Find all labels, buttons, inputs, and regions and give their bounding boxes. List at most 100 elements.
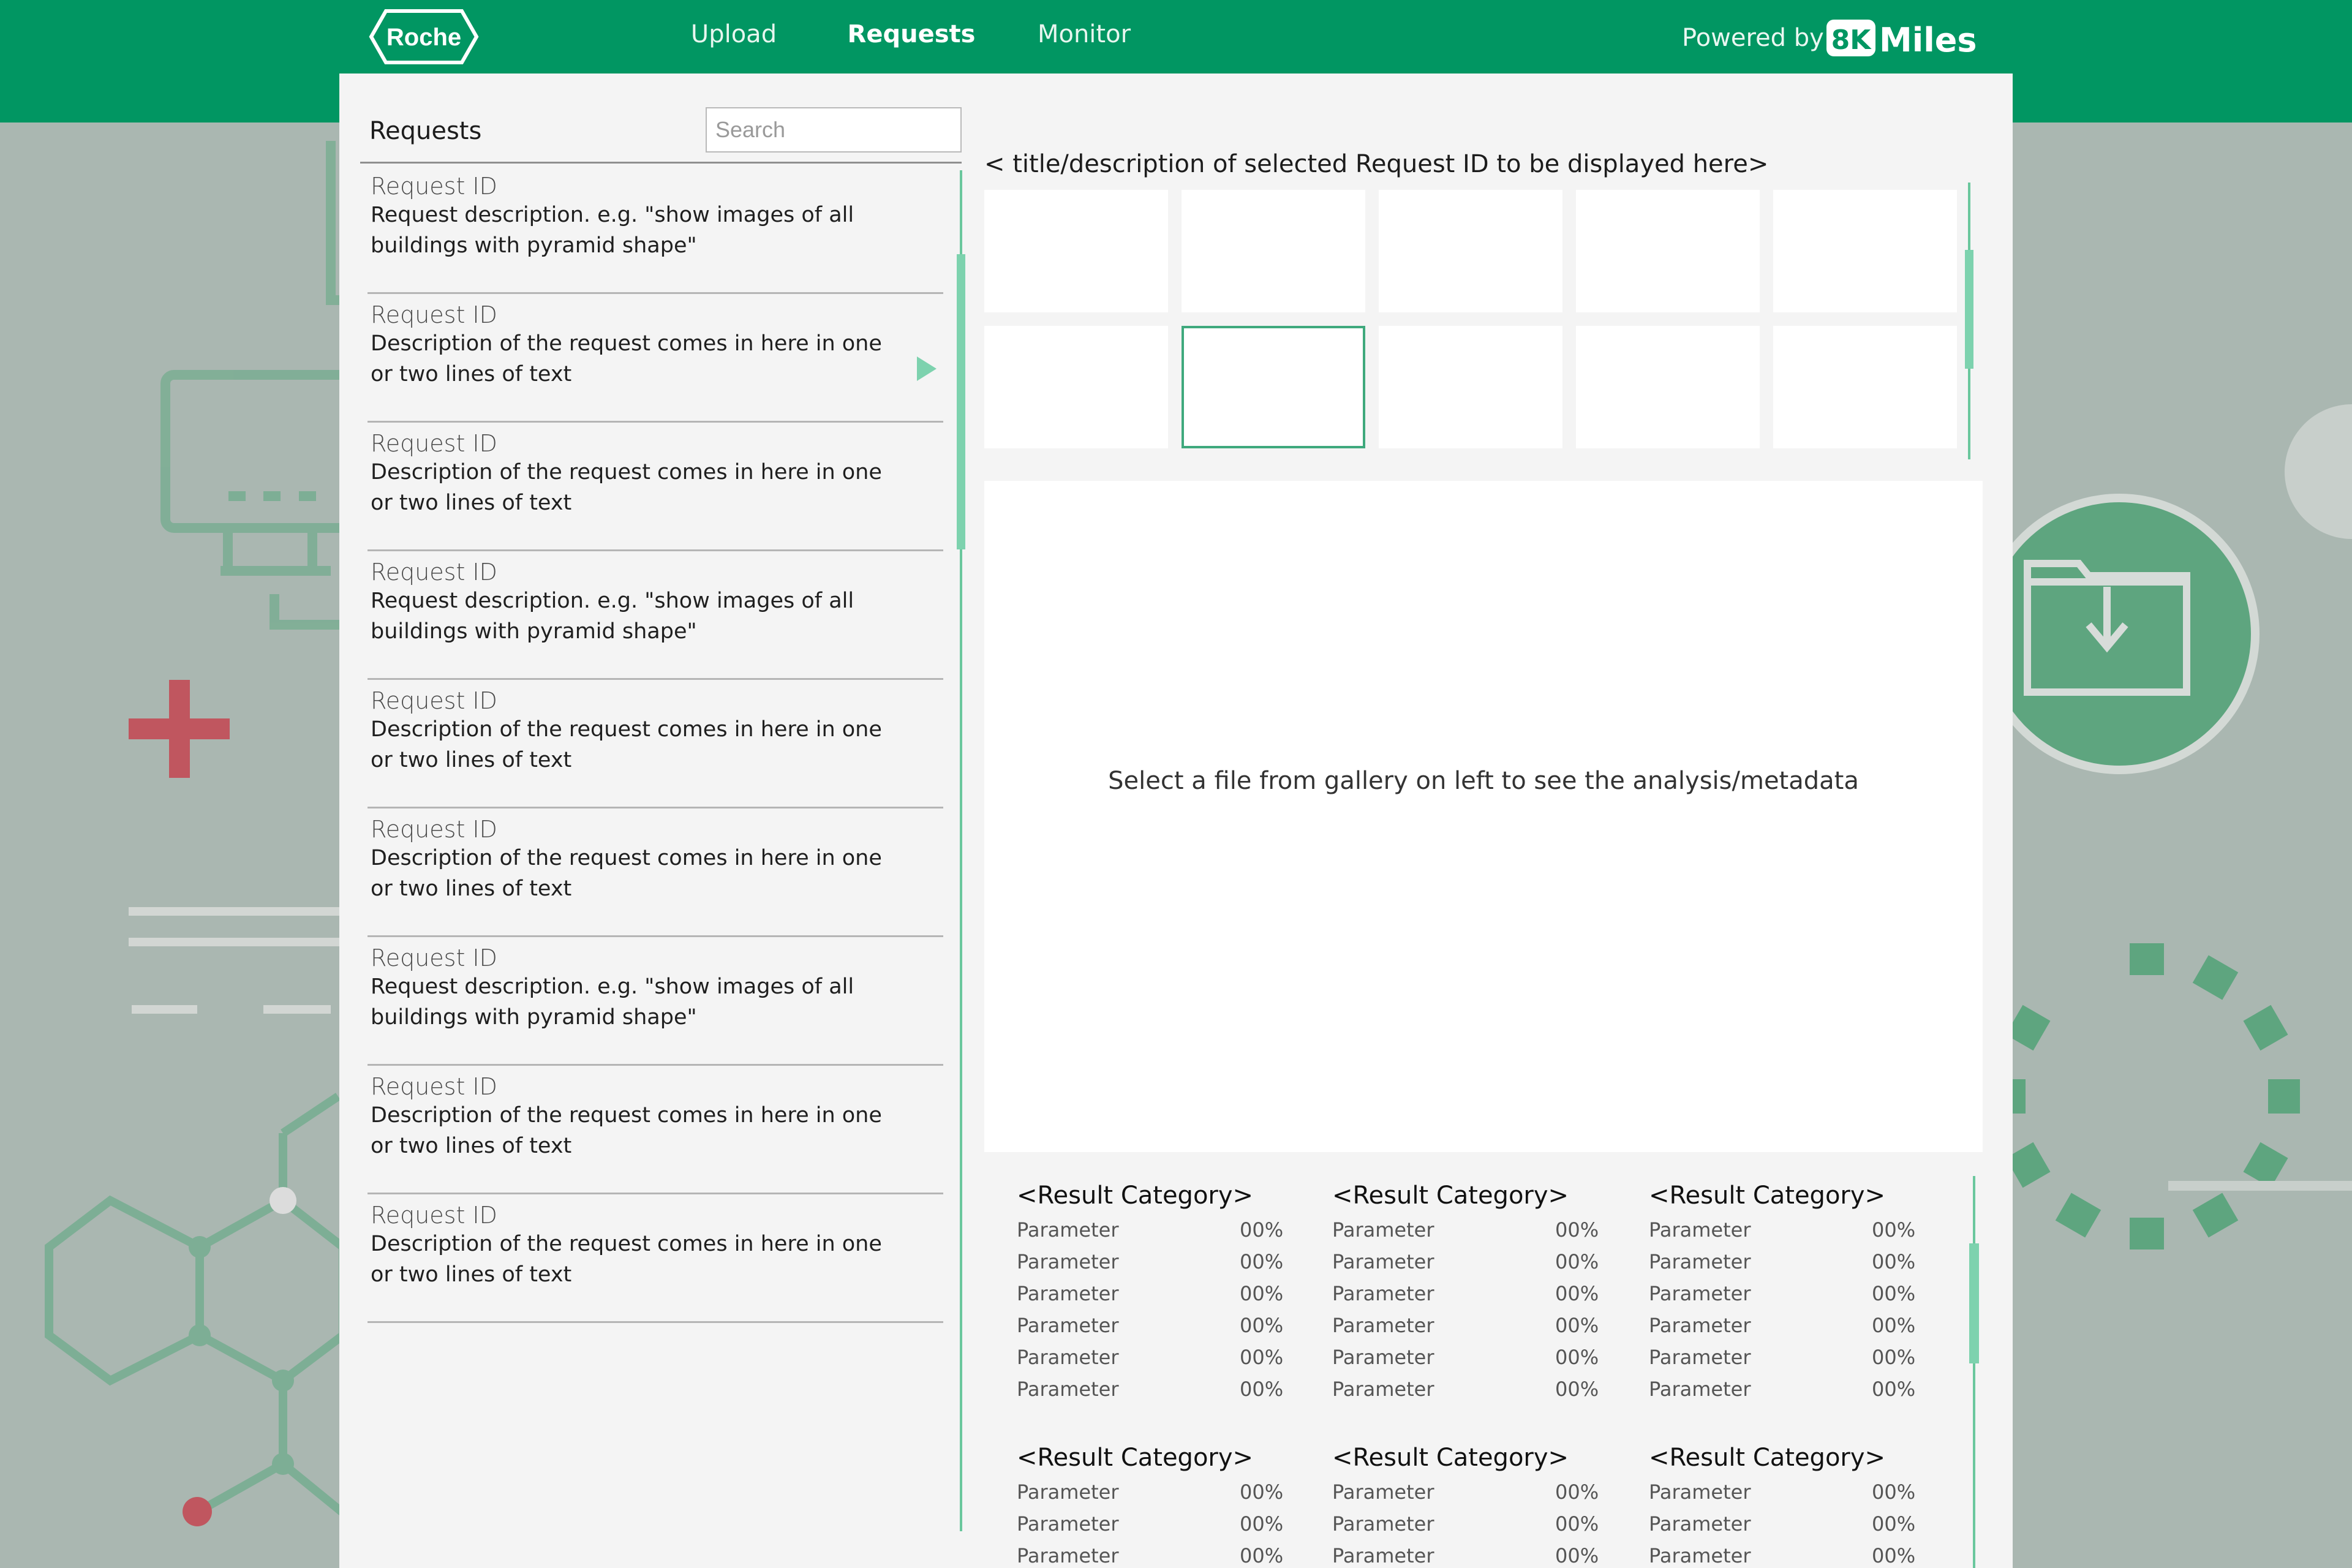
- parameter-label: Parameter: [1332, 1544, 1434, 1567]
- results-scrollbar[interactable]: [1973, 1176, 1975, 1568]
- result-category-title: <Result Category>: [1649, 1182, 1886, 1210]
- gallery-thumbnail[interactable]: [984, 326, 1168, 448]
- 8k-miles-logo: 8K Miles: [1826, 20, 1977, 59]
- svg-text:Miles: Miles: [1879, 21, 1977, 59]
- parameter-value: 00%: [1240, 1250, 1284, 1273]
- parameter-value: 00%: [1240, 1218, 1284, 1242]
- parameter-value: 00%: [1872, 1512, 1916, 1536]
- gallery-thumbnail[interactable]: [1576, 190, 1760, 312]
- parameter-label: Parameter: [1649, 1314, 1751, 1337]
- gallery-thumbnail[interactable]: [1379, 326, 1562, 448]
- parameter-label: Parameter: [1017, 1512, 1119, 1536]
- parameter-label: Parameter: [1017, 1250, 1119, 1273]
- svg-text:Roche: Roche: [386, 24, 461, 51]
- parameter-label: Parameter: [1649, 1512, 1751, 1536]
- parameter-label: Parameter: [1332, 1378, 1434, 1401]
- search-input[interactable]: [706, 107, 962, 153]
- gallery-thumbnail[interactable]: [984, 190, 1168, 312]
- parameter-label: Parameter: [1649, 1378, 1751, 1401]
- parameter-label: Parameter: [1332, 1218, 1434, 1242]
- result-category-title: <Result Category>: [1017, 1444, 1254, 1472]
- list-item[interactable]: Request ID Description of the request co…: [368, 294, 943, 423]
- request-id: Request ID: [371, 1073, 497, 1100]
- result-row: Parameter 00%: [1017, 1540, 1298, 1568]
- parameter-value: 00%: [1240, 1346, 1284, 1369]
- result-row: Parameter 00%: [1649, 1310, 1931, 1341]
- result-row: Parameter 00%: [1332, 1310, 1614, 1341]
- result-row: Parameter 00%: [1649, 1540, 1931, 1568]
- gallery-scrollbar-thumb[interactable]: [1965, 250, 1973, 369]
- gallery-thumbnail[interactable]: [1773, 190, 1957, 312]
- list-divider: [360, 162, 962, 164]
- parameter-label: Parameter: [1017, 1378, 1119, 1401]
- parameter-value: 00%: [1555, 1282, 1599, 1305]
- result-category-title: <Result Category>: [1332, 1182, 1569, 1210]
- request-description: Description of the request comes in here…: [371, 1232, 882, 1287]
- tab-upload[interactable]: Upload: [674, 17, 794, 66]
- parameter-value: 00%: [1240, 1282, 1284, 1305]
- parameter-value: 00%: [1240, 1480, 1284, 1504]
- result-row: Parameter 00%: [1017, 1508, 1298, 1540]
- request-description: Description of the request comes in here…: [371, 717, 882, 772]
- parameter-value: 00%: [1555, 1378, 1599, 1401]
- parameter-value: 00%: [1240, 1544, 1284, 1567]
- parameter-value: 00%: [1872, 1346, 1916, 1369]
- gallery-thumbnail[interactable]: [1773, 326, 1957, 448]
- result-row: Parameter 00%: [1649, 1373, 1931, 1405]
- roche-logo[interactable]: Roche: [369, 9, 479, 65]
- image-gallery: [984, 190, 1959, 448]
- request-description: Request description. e.g. "show images o…: [371, 203, 854, 258]
- list-item[interactable]: Request ID Request description. e.g. "sh…: [368, 551, 943, 680]
- parameter-label: Parameter: [1017, 1282, 1119, 1305]
- result-row: Parameter 00%: [1332, 1278, 1614, 1310]
- parameter-value: 00%: [1872, 1544, 1916, 1567]
- list-item[interactable]: Request ID Request description. e.g. "sh…: [368, 165, 943, 294]
- result-row: Parameter 00%: [1649, 1508, 1931, 1540]
- result-row: Parameter 00%: [1017, 1373, 1298, 1405]
- request-id: Request ID: [371, 173, 497, 200]
- request-id: Request ID: [371, 559, 497, 586]
- request-description: Description of the request comes in here…: [371, 1103, 882, 1158]
- request-list: Request ID Request description. e.g. "sh…: [368, 165, 943, 1323]
- list-scrollbar-thumb[interactable]: [957, 254, 965, 549]
- tab-monitor[interactable]: Monitor: [1017, 17, 1152, 66]
- result-row: Parameter 00%: [1649, 1341, 1931, 1373]
- parameter-value: 00%: [1872, 1250, 1916, 1273]
- list-item[interactable]: Request ID Description of the request co…: [368, 809, 943, 937]
- analysis-panel: Select a file from gallery on left to se…: [984, 481, 1983, 1152]
- parameter-value: 00%: [1872, 1378, 1916, 1401]
- result-row: Parameter 00%: [1017, 1214, 1298, 1246]
- result-row: Parameter 00%: [1017, 1341, 1298, 1373]
- list-item[interactable]: Request ID Description of the request co…: [368, 680, 943, 809]
- gallery-thumbnail[interactable]: [1379, 190, 1562, 312]
- powered-by-label: Powered by: [1682, 24, 1824, 52]
- result-category: <Result Category> Parameter 00% Parameter…: [1332, 1177, 1614, 1405]
- parameter-label: Parameter: [1332, 1512, 1434, 1536]
- selected-arrow-icon: [917, 356, 937, 381]
- parameter-value: 00%: [1872, 1480, 1916, 1504]
- parameter-value: 00%: [1240, 1512, 1284, 1536]
- result-row: Parameter 00%: [1332, 1476, 1614, 1508]
- gallery-thumbnail-selected[interactable]: [1182, 326, 1365, 448]
- list-item[interactable]: Request ID Description of the request co…: [368, 1194, 943, 1323]
- request-description: Request description. e.g. "show images o…: [371, 589, 854, 644]
- parameter-label: Parameter: [1649, 1218, 1751, 1242]
- list-item[interactable]: Request ID Description of the request co…: [368, 1066, 943, 1194]
- request-description: Description of the request comes in here…: [371, 331, 882, 386]
- parameter-value: 00%: [1555, 1314, 1599, 1337]
- gallery-thumbnail[interactable]: [1182, 190, 1365, 312]
- result-category-title: <Result Category>: [1649, 1444, 1886, 1472]
- gallery-thumbnail[interactable]: [1576, 326, 1760, 448]
- request-id: Request ID: [371, 430, 497, 457]
- list-item[interactable]: Request ID Description of the request co…: [368, 423, 943, 551]
- parameter-label: Parameter: [1017, 1480, 1119, 1504]
- request-id: Request ID: [371, 301, 497, 328]
- parameter-label: Parameter: [1332, 1480, 1434, 1504]
- parameter-value: 00%: [1240, 1378, 1284, 1401]
- list-item[interactable]: Request ID Request description. e.g. "sh…: [368, 937, 943, 1066]
- parameter-label: Parameter: [1649, 1250, 1751, 1273]
- result-category: <Result Category> Parameter 00% Parameter…: [1332, 1439, 1614, 1568]
- svg-text:8K: 8K: [1831, 24, 1872, 56]
- parameter-label: Parameter: [1649, 1282, 1751, 1305]
- results-scrollbar-thumb[interactable]: [1969, 1243, 1979, 1363]
